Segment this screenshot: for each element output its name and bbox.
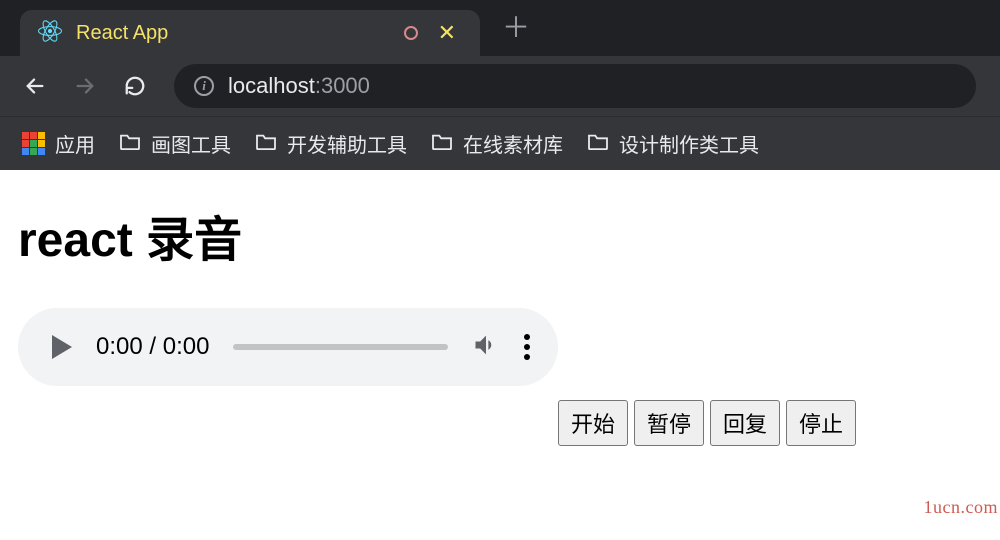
bookmark-label: 在线素材库 [463, 129, 563, 158]
recorder-controls: 开始 暂停 回复 停止 [558, 400, 982, 446]
pause-button[interactable]: 暂停 [634, 400, 704, 446]
page-heading: react 录音 [18, 200, 982, 270]
audio-progress-track[interactable] [233, 344, 448, 350]
new-tab-icon[interactable]: ＋ [502, 6, 530, 46]
url-text: localhost:3000 [228, 73, 370, 99]
bookmark-label: 设计制作类工具 [619, 129, 759, 158]
stop-button[interactable]: 停止 [786, 400, 856, 446]
start-button[interactable]: 开始 [558, 400, 628, 446]
close-tab-icon[interactable]: ✕ [432, 20, 462, 46]
bookmarks-bar: 应用 画图工具 开发辅助工具 在线素材库 设计制作类工具 [0, 116, 1000, 170]
info-icon[interactable]: i [194, 76, 214, 96]
bookmark-folder-assets[interactable]: 在线素材库 [431, 129, 563, 158]
watermark: 1ucn.com [924, 497, 998, 518]
back-icon[interactable] [24, 75, 46, 97]
react-icon [38, 19, 62, 48]
apps-icon [22, 132, 45, 155]
folder-icon [255, 132, 277, 156]
bookmark-label: 画图工具 [151, 129, 231, 158]
url-port: :3000 [315, 73, 370, 98]
forward-icon [74, 75, 96, 97]
tab-strip: React App ✕ ＋ [0, 0, 1000, 56]
browser-tab[interactable]: React App ✕ [20, 10, 480, 56]
apps-shortcut[interactable]: 应用 [22, 129, 95, 158]
audio-current-time: 0:00 [96, 333, 143, 360]
apps-label: 应用 [55, 129, 95, 158]
more-icon[interactable] [524, 334, 530, 360]
audio-player[interactable]: 0:00 / 0:00 [18, 308, 558, 386]
tab-title: React App [76, 22, 390, 45]
browser-toolbar: i localhost:3000 [0, 56, 1000, 116]
audio-total-time: 0:00 [163, 333, 210, 360]
volume-icon[interactable] [472, 331, 500, 364]
folder-icon [119, 132, 141, 156]
bookmark-folder-drawing[interactable]: 画图工具 [119, 129, 231, 158]
bookmark-folder-devtools[interactable]: 开发辅助工具 [255, 129, 407, 158]
page-content: react 录音 0:00 / 0:00 开始 暂停 回复 停止 1ucn.co… [0, 170, 1000, 540]
bookmark-label: 开发辅助工具 [287, 129, 407, 158]
resume-button[interactable]: 回复 [710, 400, 780, 446]
bookmark-folder-design[interactable]: 设计制作类工具 [587, 129, 759, 158]
url-host: localhost [228, 73, 315, 98]
audio-time: 0:00 / 0:00 [96, 333, 209, 361]
folder-icon [431, 132, 453, 156]
address-bar[interactable]: i localhost:3000 [174, 64, 976, 108]
audio-time-sep: / [143, 333, 163, 360]
reload-icon[interactable] [124, 75, 146, 97]
recording-icon [404, 26, 418, 40]
play-icon[interactable] [52, 335, 72, 359]
folder-icon [587, 132, 609, 156]
